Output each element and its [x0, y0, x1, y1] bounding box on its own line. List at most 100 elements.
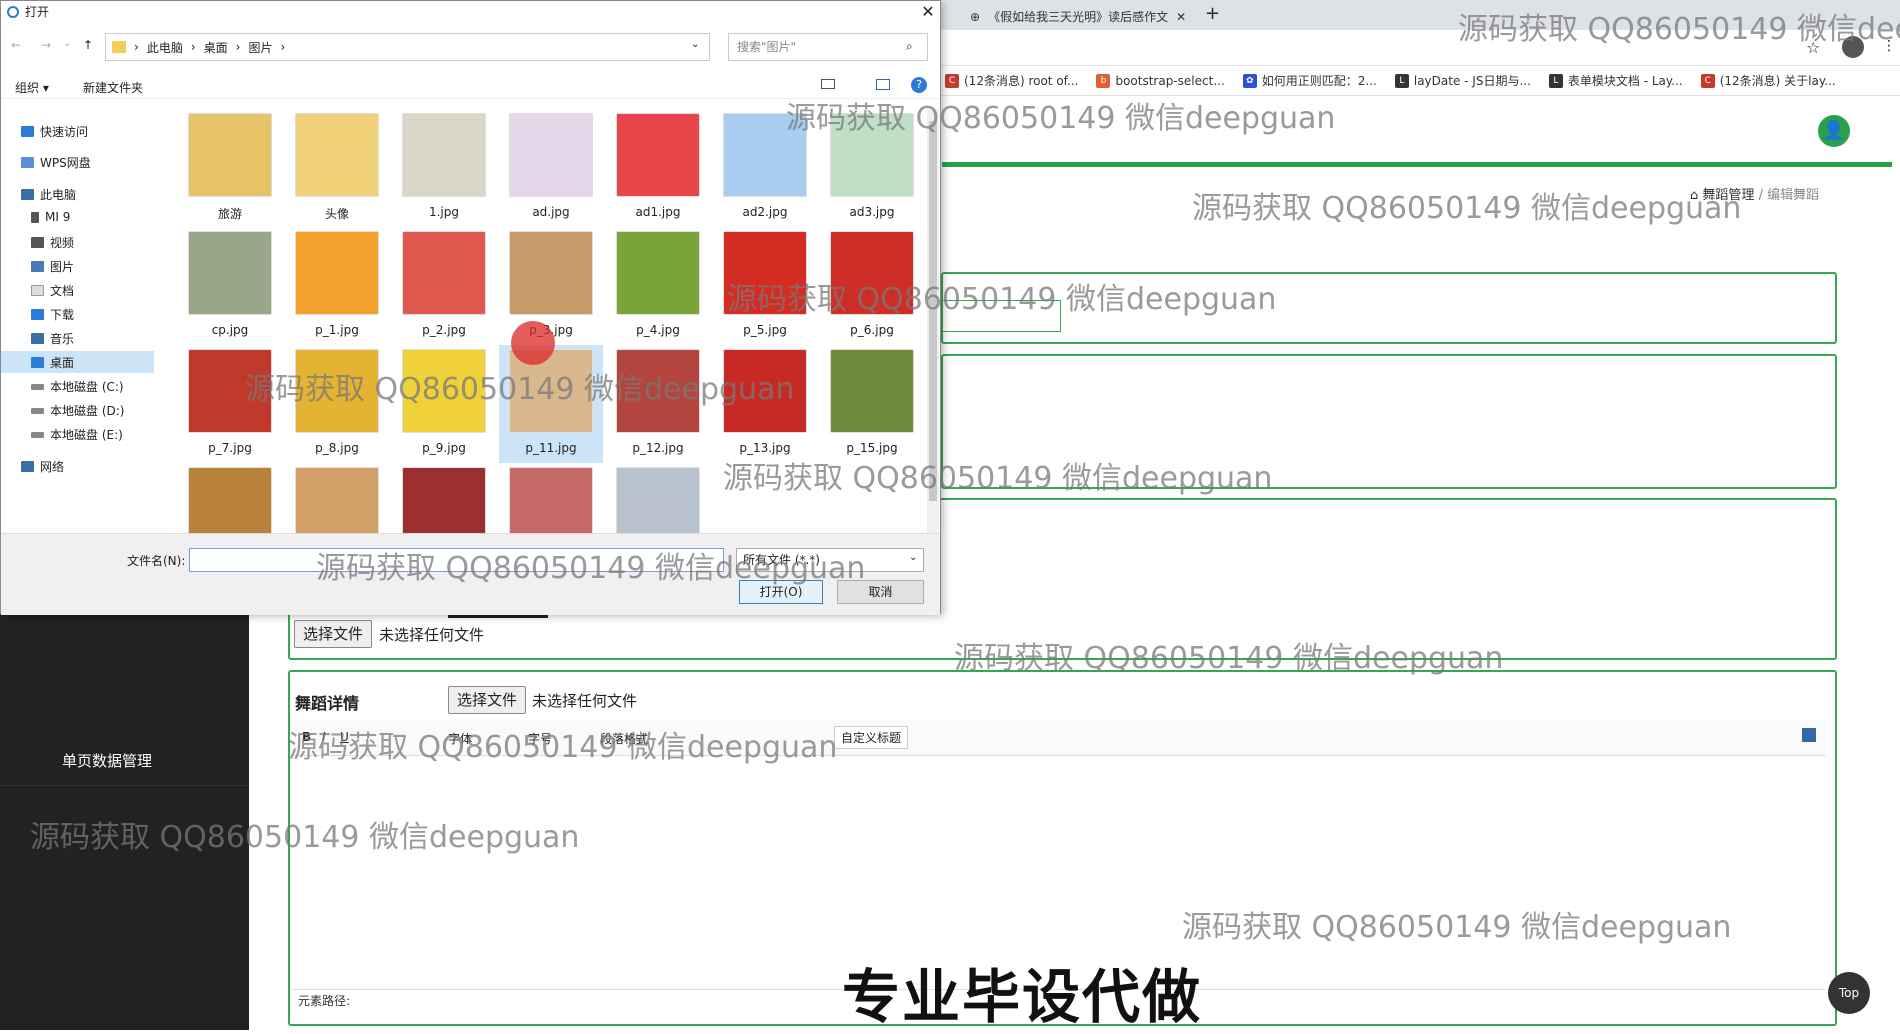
file-item[interactable]: p_15.jpg — [820, 345, 924, 463]
path-segment[interactable]: 此电脑 — [147, 39, 183, 56]
file-item-partial[interactable] — [285, 463, 389, 533]
custom-heading-select[interactable]: 自定义标题 — [834, 726, 909, 749]
nav-item[interactable]: 本地磁盘 (D:) — [31, 402, 124, 419]
bold-icon[interactable]: B — [302, 730, 311, 744]
file-item[interactable]: p_1.jpg — [285, 227, 389, 345]
file-item[interactable]: p_2.jpg — [392, 227, 496, 345]
file-item[interactable]: ad1.jpg — [606, 109, 710, 227]
browser-tab[interactable]: ⊕ 《假如给我三天光明》读后感作文 ✕ — [960, 3, 1196, 30]
no-file-text: 未选择任何文件 — [532, 692, 638, 710]
bookmark-item[interactable]: C (12条消息) 关于lay... — [1700, 72, 1836, 89]
file-item[interactable]: ad2.jpg — [713, 109, 817, 227]
nav-item[interactable]: 本地磁盘 (C:) — [31, 378, 124, 395]
close-icon[interactable]: ✕ — [916, 1, 940, 23]
open-button[interactable]: 打开(O) — [739, 580, 823, 604]
user-avatar-icon[interactable]: 👤 — [1818, 115, 1850, 147]
file-item-partial[interactable] — [499, 463, 603, 533]
file-item[interactable]: p_9.jpg — [392, 345, 496, 463]
file-item[interactable]: p_11.jpg — [499, 345, 603, 463]
nav-item[interactable]: 文档 — [31, 282, 74, 299]
scrollbar-thumb[interactable] — [929, 121, 937, 501]
nav-network[interactable]: 网络 — [21, 458, 64, 475]
chevron-down-icon[interactable]: ⌄ — [63, 38, 71, 49]
underline-icon[interactable]: U — [340, 730, 349, 744]
file-item[interactable]: p_4.jpg — [606, 227, 710, 345]
image-thumbnail — [188, 467, 272, 533]
sidebar-item-single-page[interactable]: 单页数据管理 — [0, 736, 249, 786]
file-item[interactable]: p_8.jpg — [285, 345, 389, 463]
menu-icon[interactable]: ⋮ — [1882, 38, 1896, 54]
address-field[interactable]: › 此电脑 › 桌面 › 图片 › — [105, 33, 710, 61]
paragraph-select[interactable]: 段落格式 — [600, 730, 648, 747]
file-item[interactable]: 头像 — [285, 109, 389, 227]
file-item[interactable]: cp.jpg — [178, 227, 282, 345]
file-item-partial[interactable] — [392, 463, 496, 533]
nav-item[interactable]: 图片 — [31, 258, 74, 275]
nav-item-desktop[interactable]: 桌面 — [31, 354, 74, 371]
back-to-top-button[interactable]: Top — [1828, 972, 1870, 1014]
close-tab-icon[interactable]: ✕ — [1176, 10, 1186, 24]
computer-icon — [21, 189, 34, 200]
filetype-select[interactable]: 所有文件 (*.*) — [736, 548, 924, 572]
bookmark-item[interactable]: L 表单模块文档 - Lay... — [1548, 72, 1683, 89]
help-icon[interactable]: ? — [911, 77, 927, 93]
history-dropdown-icon[interactable]: ⌄ — [691, 39, 699, 50]
choose-file-button[interactable]: 选择文件 — [294, 620, 373, 648]
cancel-button[interactable]: 取消 — [837, 580, 924, 604]
file-item[interactable]: p_12.jpg — [606, 345, 710, 463]
new-folder-button[interactable]: 新建文件夹 — [83, 79, 143, 96]
file-item[interactable]: p_5.jpg — [713, 227, 817, 345]
forward-icon[interactable]: → — [41, 38, 51, 52]
file-item[interactable]: p_6.jpg — [820, 227, 924, 345]
view-icon[interactable] — [821, 79, 835, 89]
nav-item[interactable]: 音乐 — [31, 330, 74, 347]
file-item[interactable]: 1.jpg — [392, 109, 496, 227]
back-icon[interactable]: ← — [11, 38, 21, 52]
file-name: ad.jpg — [532, 205, 570, 219]
profile-icon[interactable] — [1842, 36, 1864, 58]
bookmark-item[interactable]: b bootstrap-select... — [1096, 73, 1225, 88]
file-item-partial[interactable] — [606, 463, 710, 533]
new-tab-icon[interactable]: + — [1205, 3, 1220, 24]
font-size-select[interactable]: 字号 — [528, 730, 552, 747]
home-icon[interactable]: ⌂ — [1690, 188, 1698, 203]
scrollbar[interactable] — [927, 109, 939, 533]
file-item-partial[interactable] — [178, 463, 282, 533]
breadcrumb-first[interactable]: 舞蹈管理 — [1702, 188, 1754, 203]
fullscreen-icon[interactable] — [1802, 728, 1816, 742]
bookmark-item[interactable]: LlayDate - JS日期与... — [1394, 72, 1531, 89]
nav-wps[interactable]: WPS网盘 — [21, 154, 91, 171]
file-item[interactable]: 旅游 — [178, 109, 282, 227]
nav-item[interactable]: 本地磁盘 (E:) — [31, 426, 123, 443]
up-icon[interactable]: ↑ — [83, 38, 93, 52]
nav-item[interactable]: 视频 — [31, 234, 74, 251]
italic-icon[interactable]: I — [322, 730, 326, 744]
nav-item[interactable]: MI 9 — [31, 210, 70, 224]
font-family-select[interactable]: 字体 — [448, 730, 472, 747]
path-segment[interactable]: 桌面 — [204, 39, 228, 56]
nav-this-pc[interactable]: 此电脑 — [21, 186, 76, 203]
file-item[interactable]: ad3.jpg — [820, 109, 924, 227]
filename-input[interactable] — [189, 548, 724, 572]
breadcrumb-current: 编辑舞蹈 — [1767, 188, 1820, 203]
music-icon — [31, 333, 44, 344]
search-input[interactable]: 搜索"图片" — [728, 33, 928, 61]
file-item[interactable]: ad.jpg — [499, 109, 603, 227]
text-input[interactable] — [941, 300, 1061, 332]
organize-button[interactable]: 组织 ▾ — [15, 79, 49, 96]
bookmark-item[interactable]: C (12条消息) root of... — [945, 72, 1078, 89]
phone-icon — [31, 211, 39, 223]
choose-file-button[interactable]: 选择文件 — [448, 686, 527, 714]
preview-pane-icon[interactable] — [876, 79, 890, 90]
star-icon[interactable]: ☆ — [1806, 38, 1820, 57]
file-name: cp.jpg — [211, 323, 249, 337]
nav-quick-access[interactable]: 快速访问 — [21, 123, 88, 140]
bookmark-item[interactable]: ✿ 如何用正则匹配：2... — [1242, 72, 1377, 89]
file-item[interactable]: p_3.jpg — [499, 227, 603, 345]
file-name: p_6.jpg — [850, 323, 894, 337]
nav-item[interactable]: 下载 — [31, 306, 74, 323]
no-file-text: 未选择任何文件 — [379, 626, 485, 644]
file-item[interactable]: p_7.jpg — [178, 345, 282, 463]
file-item[interactable]: p_13.jpg — [713, 345, 817, 463]
path-segment[interactable]: 图片 — [248, 39, 272, 56]
